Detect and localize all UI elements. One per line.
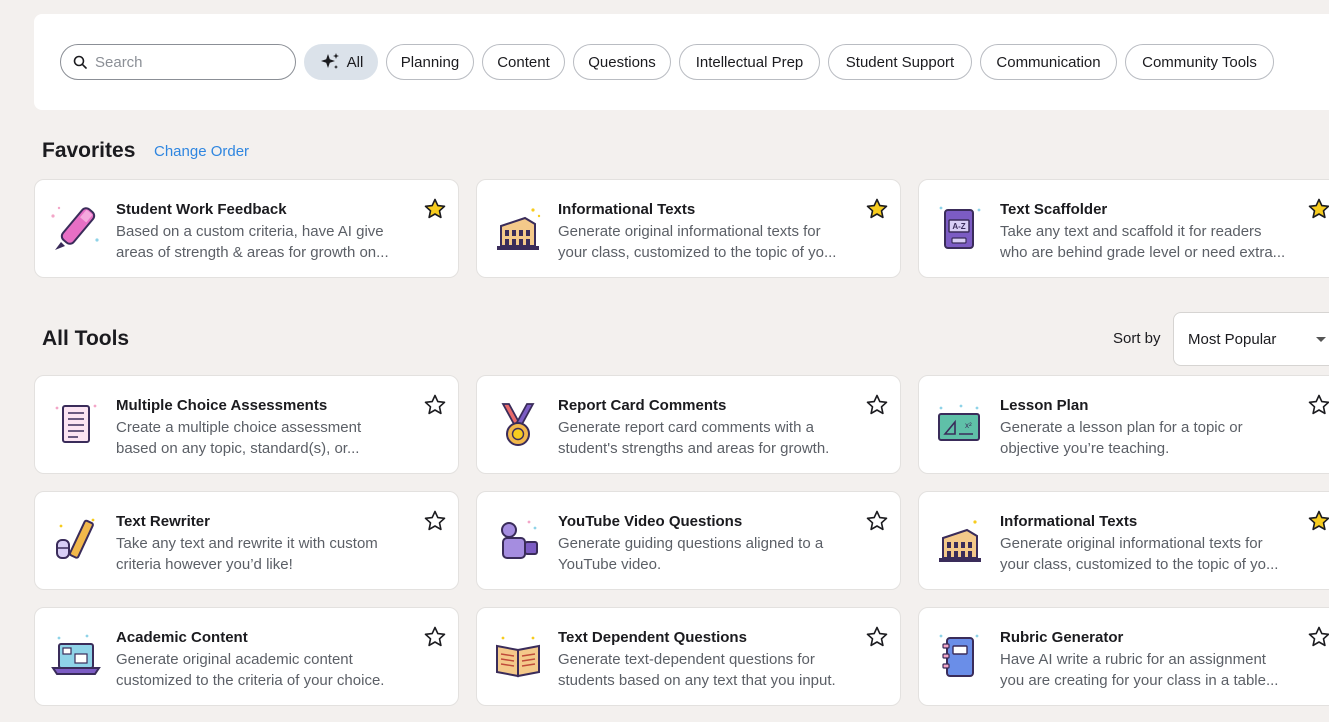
search-input[interactable] (95, 53, 275, 71)
tool-description: Take any text and scaffold it for reader… (1000, 223, 1286, 261)
tool-title: YouTube Video Questions (558, 513, 743, 530)
star-filled-icon[interactable] (1307, 197, 1329, 221)
search-icon (73, 55, 87, 69)
all-tools-heading: All Tools (42, 327, 130, 350)
notebook-icon (939, 634, 979, 677)
tool-description: Generate text-dependent questions for st… (558, 651, 836, 689)
tool-description: Generate original academic content custo… (116, 651, 385, 689)
tool-description: Generate report card comments with a stu… (558, 419, 830, 457)
tool-title: Informational Texts (558, 201, 696, 218)
tool-card-lesson-plan[interactable]: x² Lesson Plan Generate a lesson plan fo… (918, 375, 1329, 474)
tool-card-youtube-video-questions[interactable]: YouTube Video Questions Generate guiding… (476, 491, 901, 590)
tool-description: Generate original informational texts fo… (558, 223, 837, 261)
tool-card-informational-texts-favorite[interactable]: Informational Texts Generate original in… (476, 179, 901, 278)
star-outline-icon[interactable] (423, 625, 447, 649)
star-filled-icon[interactable] (1307, 509, 1329, 533)
tool-card-report-card-comments[interactable]: Report Card Comments Generate report car… (476, 375, 901, 474)
tool-card-text-dependent-questions[interactable]: Text Dependent Questions Generate text-d… (476, 607, 901, 706)
tool-description: Generate original informational texts fo… (1000, 535, 1279, 573)
tool-card-multiple-choice-assessments[interactable]: Multiple Choice Assessments Create a mul… (34, 375, 459, 474)
open-book-icon (496, 636, 540, 678)
tool-card-rubric-generator[interactable]: Rubric Generator Have AI write a rubric … (918, 607, 1329, 706)
sparkle-icon (319, 52, 341, 72)
pencil-eraser-icon (56, 518, 95, 559)
star-outline-icon[interactable] (865, 393, 889, 417)
tool-title: Text Scaffolder (1000, 201, 1108, 218)
sort-select[interactable]: Most Popular (1173, 312, 1329, 366)
tool-title: Informational Texts (1000, 513, 1138, 530)
filter-chip-intellectual-prep[interactable]: Intellectual Prep (679, 44, 820, 80)
tool-card-academic-content[interactable]: Academic Content Generate original acade… (34, 607, 459, 706)
svg-text:A-Z: A-Z (952, 222, 965, 231)
filter-chip-all[interactable]: All (304, 44, 378, 80)
tool-title: Text Dependent Questions (558, 629, 747, 646)
tool-description: Generate a lesson plan for a topic or ob… (1000, 419, 1243, 457)
star-outline-icon[interactable] (423, 509, 447, 533)
filter-chip-communication[interactable]: Communication (980, 44, 1117, 80)
change-order-link[interactable]: Change Order (154, 143, 249, 160)
tool-description: Generate guiding questions aligned to a … (558, 535, 824, 573)
tool-title: Student Work Feedback (116, 201, 287, 218)
checklist-icon (55, 404, 97, 443)
filter-chip-questions[interactable]: Questions (573, 44, 671, 80)
caret-down-icon (1316, 337, 1326, 342)
tool-title: Academic Content (116, 629, 248, 646)
colosseum-icon (497, 208, 541, 250)
chip-label: Planning (400, 53, 460, 71)
tool-title: Rubric Generator (1000, 629, 1124, 646)
tool-card-student-work-feedback[interactable]: Student Work Feedback Based on a custom … (34, 179, 459, 278)
dictionary-icon: A-Z (939, 206, 981, 249)
chip-label: Intellectual Prep (695, 53, 804, 71)
tool-card-text-rewriter[interactable]: Text Rewriter Take any text and rewrite … (34, 491, 459, 590)
chip-label: Student Support (845, 53, 955, 71)
star-filled-icon[interactable] (865, 197, 889, 221)
chip-label: Questions (588, 53, 656, 71)
favorites-heading: Favorites (42, 139, 136, 162)
tool-description: Take any text and rewrite it with custom… (116, 535, 378, 573)
chalkboard-icon: x² (938, 404, 980, 441)
svg-text:x²: x² (965, 421, 972, 430)
star-outline-icon[interactable] (865, 509, 889, 533)
tool-description: Based on a custom criteria, have AI give… (116, 223, 389, 261)
laptop-icon (51, 634, 101, 675)
chip-label: Communication (996, 53, 1101, 71)
filter-chip-community-tools[interactable]: Community Tools (1125, 44, 1274, 80)
filter-chip-student-support[interactable]: Student Support (828, 44, 972, 80)
filter-chip-planning[interactable]: Planning (386, 44, 474, 80)
chip-label: All (346, 53, 364, 71)
chip-label: Content (497, 53, 550, 71)
chip-label: Community Tools (1142, 53, 1257, 71)
colosseum-icon (939, 520, 981, 562)
star-outline-icon[interactable] (423, 393, 447, 417)
tool-card-text-scaffolder[interactable]: A-Z Text Scaffolder Take any text and sc… (918, 179, 1329, 278)
tool-card-informational-texts[interactable]: Informational Texts Generate original in… (918, 491, 1329, 590)
filter-bar: All Planning Content Questions Intellect… (34, 14, 1329, 110)
star-outline-icon[interactable] (865, 625, 889, 649)
medal-icon (501, 403, 535, 446)
sort-value: Most Popular (1188, 330, 1277, 348)
sort-label: Sort by (1113, 330, 1161, 347)
tool-title: Lesson Plan (1000, 397, 1089, 414)
tool-description: Have AI write a rubric for an assignment… (1000, 651, 1279, 689)
tool-description: Create a multiple choice assessment base… (116, 419, 362, 457)
pen-icon (51, 206, 99, 250)
filter-chip-content[interactable]: Content (482, 44, 565, 80)
video-camera-icon (501, 520, 538, 559)
tool-title: Report Card Comments (558, 397, 727, 414)
star-outline-icon[interactable] (1307, 625, 1329, 649)
tool-title: Text Rewriter (116, 513, 210, 530)
star-outline-icon[interactable] (1307, 393, 1329, 417)
star-filled-icon[interactable] (423, 197, 447, 221)
search-box[interactable] (60, 44, 296, 80)
tool-title: Multiple Choice Assessments (116, 397, 328, 414)
